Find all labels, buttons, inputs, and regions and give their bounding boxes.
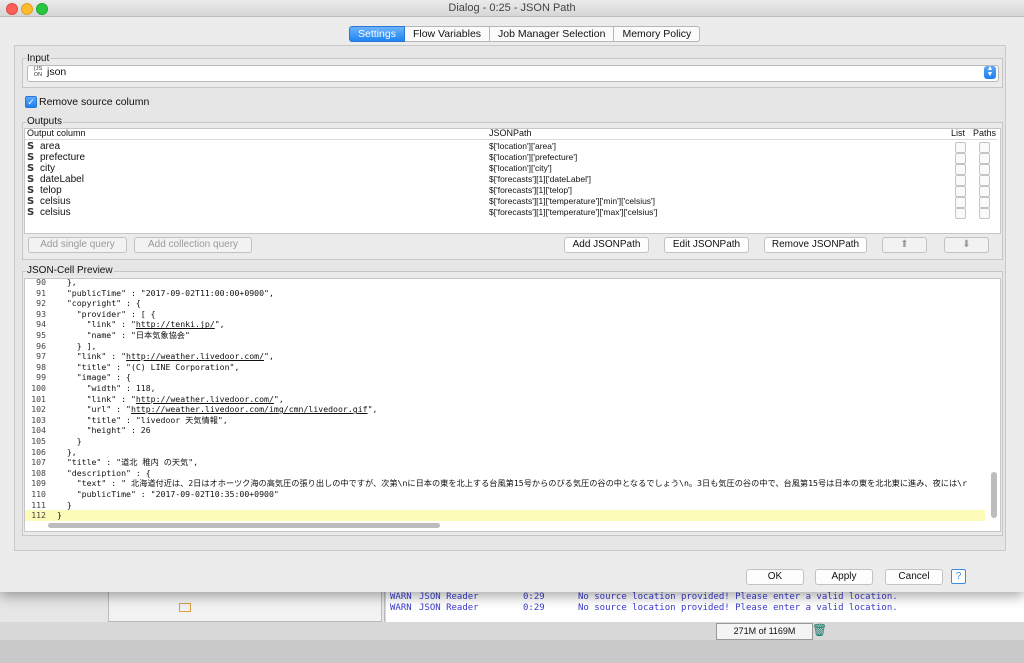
console-panel: WARN JSON Reader 0:29 No source location… — [386, 590, 1024, 626]
table-row[interactable]: S prefecture $['location']['prefecture'] — [25, 152, 997, 164]
column-header-jsonpath[interactable]: JSONPath — [489, 128, 532, 138]
cancel-button[interactable]: Cancel — [885, 569, 943, 585]
code-line: 98 "title" : "(C) LINE Corporation", — [36, 361, 240, 372]
output-column-name: dateLabel — [40, 174, 84, 185]
code-line: 96 } ], — [36, 340, 97, 351]
tab-memory-policy[interactable]: Memory Policy — [614, 26, 701, 42]
code-line: 102 "url" : "http://weather.livedoor.com… — [31, 404, 378, 415]
code-line: 94 "link" : "http://tenki.jp/", — [36, 319, 225, 330]
code-line: 109 "text" : " 北海道付近は、2日はオホーツク海の高気圧の張り出し… — [31, 478, 968, 489]
code-line: 97 "link" : "http://weather.livedoor.com… — [36, 351, 274, 362]
code-line: 104 "height" : 26 — [31, 425, 151, 436]
horizontal-scrollbar[interactable] — [48, 523, 440, 528]
table-row[interactable]: S celsius $['forecasts'][1]['temperature… — [25, 207, 997, 219]
column-header-paths[interactable]: Paths — [973, 128, 996, 138]
move-up-button[interactable]: ⬆ — [882, 237, 927, 253]
table-row[interactable]: S celsius $['forecasts'][1]['temperature… — [25, 196, 997, 208]
input-column-value: json — [47, 66, 67, 78]
string-type-icon: S — [27, 185, 35, 196]
move-down-button[interactable]: ⬇ — [944, 237, 989, 253]
list-checkbox[interactable] — [955, 208, 966, 219]
table-row[interactable]: S city $['location']['city'] — [25, 163, 997, 175]
code-line: 108 "description" : { — [31, 467, 151, 478]
ok-button[interactable]: OK — [746, 569, 804, 585]
string-type-icon: S — [27, 141, 35, 152]
output-column-name: celsius — [40, 196, 71, 207]
string-type-icon: S — [27, 152, 35, 163]
string-type-icon: S — [27, 174, 35, 185]
jsonpath-value: $['location']['prefecture'] — [489, 152, 578, 162]
apply-button[interactable]: Apply — [815, 569, 873, 585]
code-line-current: 112} — [25, 510, 985, 521]
garbage-collect-icon[interactable]: 🗑 — [812, 623, 827, 638]
paths-checkbox[interactable] — [979, 208, 990, 219]
edit-jsonpath-button[interactable]: Edit JSONPath — [664, 237, 749, 253]
output-column-name: celsius — [40, 207, 71, 218]
jsonpath-value: $['location']['city'] — [489, 163, 552, 173]
outputs-group-label: Outputs — [26, 116, 64, 127]
jsonpath-value: $['forecasts'][1]['dateLabel'] — [489, 174, 591, 184]
header-divider — [25, 139, 998, 140]
code-line: 105 } — [31, 436, 82, 446]
outline-panel — [108, 590, 382, 622]
jsonpath-value: $['forecasts'][1]['telop'] — [489, 185, 573, 195]
window-title: Dialog - 0:25 - JSON Path — [448, 2, 576, 14]
input-column-select[interactable] — [27, 65, 999, 82]
column-header-list[interactable]: List — [951, 128, 965, 138]
help-icon[interactable]: ? — [951, 569, 966, 584]
column-header-output[interactable]: Output column — [27, 128, 86, 138]
output-column-name: area — [40, 141, 61, 152]
code-line: 107 "title" : "道北 稚内 の天気", — [31, 457, 199, 468]
add-jsonpath-button[interactable]: Add JSONPath — [564, 237, 649, 253]
title-bar[interactable]: Dialog - 0:25 - JSON Path — [0, 0, 1024, 17]
input-group-label: Input — [26, 53, 51, 64]
output-column-name: telop — [40, 185, 62, 196]
output-column-name: prefecture — [40, 152, 86, 163]
code-line: 95 "name" : "日本気象協会" — [36, 330, 190, 340]
remove-jsonpath-button[interactable]: Remove JSONPath — [764, 237, 867, 253]
jsonpath-value: $['forecasts'][1]['temperature']['min'][… — [489, 196, 656, 206]
code-line: 100 "width" : 118, — [31, 383, 156, 393]
vertical-scrollbar[interactable] — [991, 472, 997, 518]
string-type-icon: S — [27, 207, 35, 218]
table-row[interactable]: S dateLabel $['forecasts'][1]['dateLabel… — [25, 174, 997, 186]
jsonpath-value: $['forecasts'][1]['temperature']['max'][… — [489, 207, 658, 217]
code-line: 91 "publicTime" : "2017-09-02T11:00:00+0… — [36, 287, 274, 298]
tab-job-manager-selection[interactable]: Job Manager Selection — [490, 26, 615, 42]
preview-group-label: JSON-Cell Preview — [26, 265, 114, 276]
code-line: 101 "link" : "http://weather.livedoor.co… — [31, 393, 284, 404]
json-type-icon: {JS ON — [33, 66, 43, 78]
tab-bar: Settings Flow Variables Job Manager Sele… — [349, 26, 701, 42]
table-row[interactable]: S telop $['forecasts'][1]['telop'] — [25, 185, 997, 197]
table-row[interactable]: S area $['location']['area'] — [25, 141, 997, 153]
code-line: 92 "copyright" : { — [36, 298, 141, 309]
code-line: 111 } — [31, 499, 72, 510]
string-type-icon: S — [27, 196, 35, 207]
remove-source-label: Remove source column — [39, 96, 150, 108]
code-line: 99 "image" : { — [36, 372, 131, 383]
tab-flow-variables[interactable]: Flow Variables — [404, 26, 491, 42]
status-bar — [0, 622, 1024, 640]
output-column-name: city — [40, 163, 55, 174]
add-collection-query-button[interactable]: Add collection query — [134, 237, 252, 253]
chevron-updown-icon[interactable]: ▲ ▼ — [984, 65, 996, 79]
jsonpath-value: $['location']['area'] — [489, 141, 556, 151]
add-single-query-button[interactable]: Add single query — [28, 237, 127, 253]
code-line: 93 "provider" : [ { — [36, 308, 156, 319]
code-line: 90 }, — [36, 278, 77, 287]
code-line: 106 }, — [31, 446, 77, 457]
code-line: 110 "publicTime" : "2017-09-02T10:35:00+… — [31, 489, 279, 499]
heap-status[interactable]: 271M of 1169M — [716, 623, 813, 640]
folder-icon — [179, 603, 191, 612]
string-type-icon: S — [27, 163, 35, 174]
json-preview-editor[interactable]: 90 }, 91 "publicTime" : "2017-09-02T11:0… — [24, 278, 1001, 532]
remove-source-checkbox[interactable]: ✓ — [25, 96, 37, 108]
code-line: 103 "title" : "livedoor 天気情報", — [31, 414, 228, 425]
tab-settings[interactable]: Settings — [349, 26, 405, 42]
